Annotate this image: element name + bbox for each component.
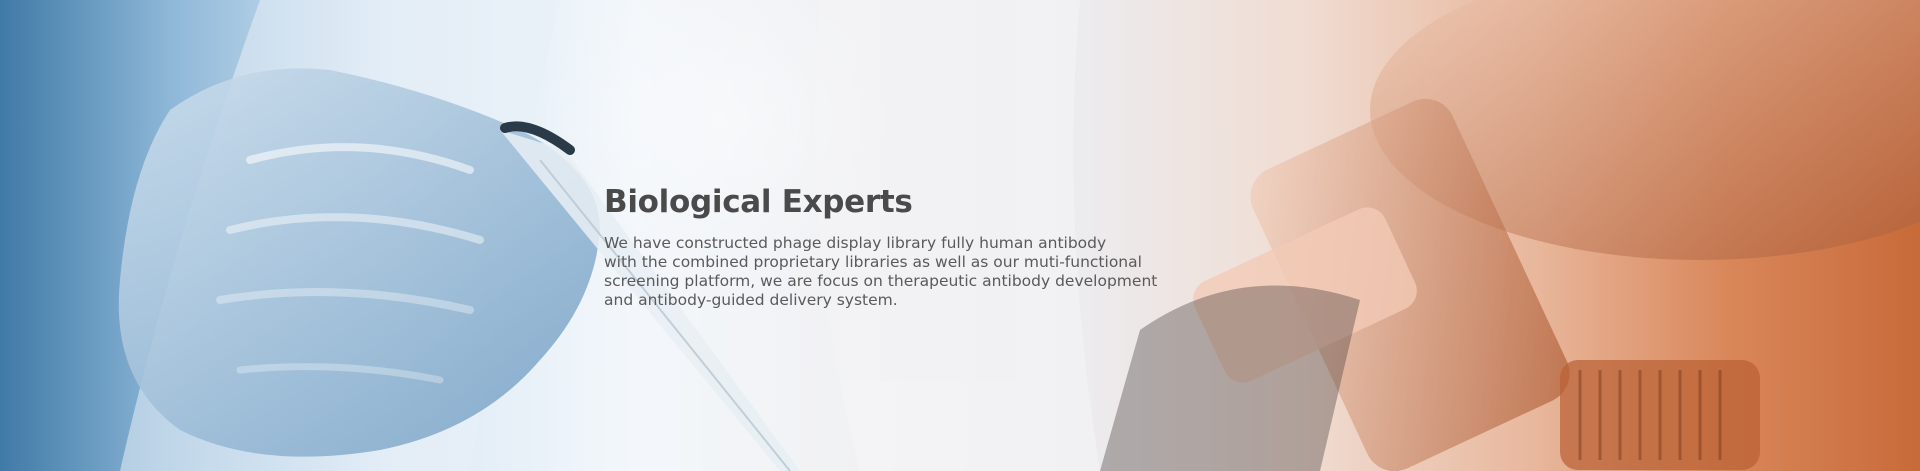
hero-copy: Biological Experts We have constructed p… (604, 182, 1164, 310)
hero-description-line: with the combined proprietary libraries … (604, 253, 1142, 271)
hero-description-line: screening platform, we are focus on ther… (604, 272, 1158, 290)
hero-title: Biological Experts (604, 184, 913, 220)
hero-banner: Biological Experts We have constructed p… (0, 0, 1920, 471)
hero-description-line: We have constructed phage display librar… (604, 234, 1107, 252)
microscope-shape (1100, 0, 1920, 471)
hero-description-line: and antibody-guided delivery system. (604, 291, 898, 309)
hero-description: We have constructed phage display librar… (604, 234, 1164, 310)
